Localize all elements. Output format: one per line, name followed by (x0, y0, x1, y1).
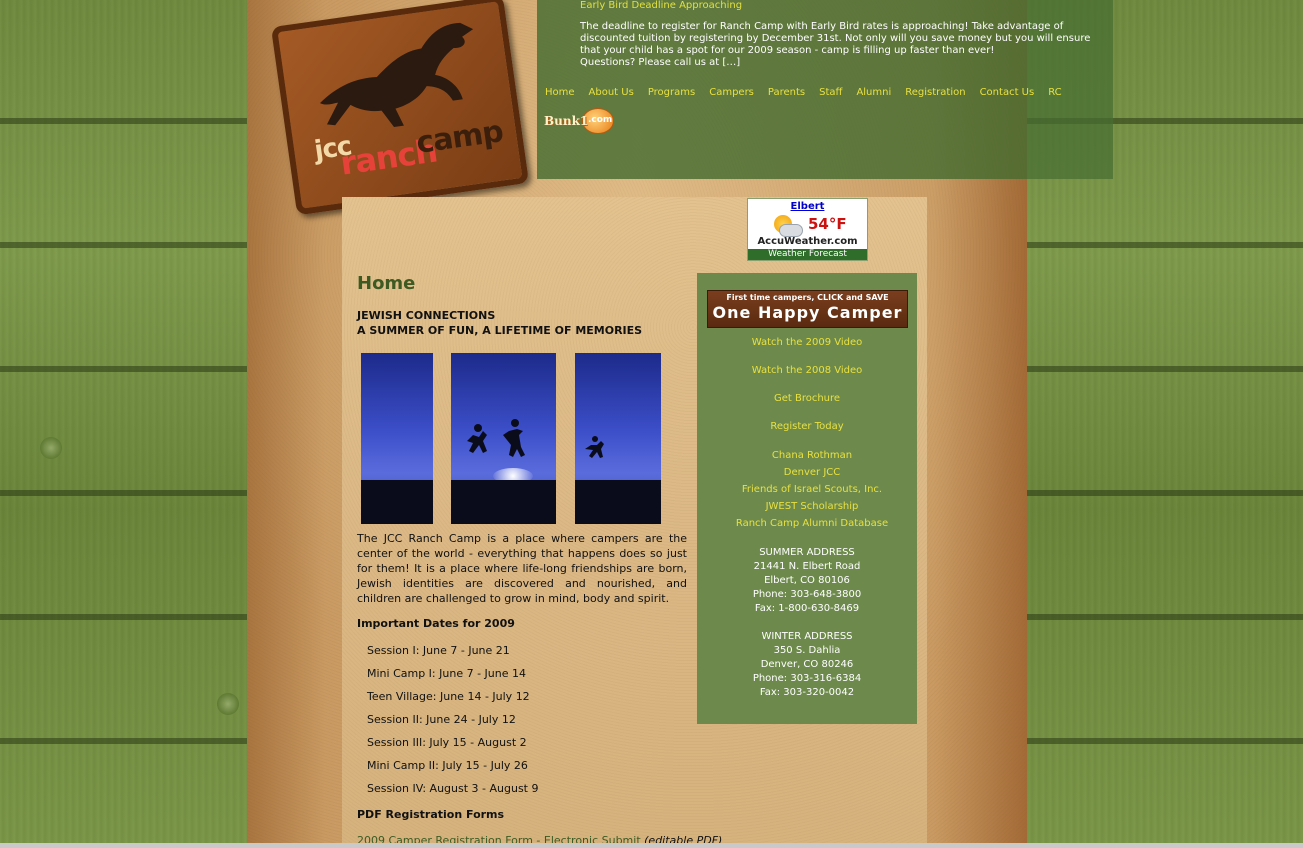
wood-knot (217, 693, 239, 715)
summer-phone: Phone: 303-648-3800 (752, 589, 862, 600)
nav-rc[interactable]: RC (1048, 87, 1061, 98)
nav-registration[interactable]: Registration (905, 87, 965, 98)
photo-ground (575, 480, 661, 524)
browser-status-bar (0, 843, 1303, 848)
wood-knot (40, 437, 62, 459)
winter-address: WINTER ADDRESS 350 S. Dahlia Denver, CO … (697, 630, 917, 700)
winter-phone: Phone: 303-316-6384 (752, 673, 862, 684)
partner-link[interactable]: Denver JCC (702, 467, 922, 478)
watch-2008-video-link[interactable]: Watch the 2008 Video (697, 365, 917, 376)
session-item: Mini Camp II: July 15 - July 26 (367, 759, 528, 772)
photo-ground (361, 480, 433, 524)
summer-street: 21441 N. Elbert Road (753, 561, 861, 572)
promo-line-2: One Happy Camper (712, 303, 903, 322)
nav-alumni[interactable]: Alumni (856, 87, 891, 98)
photo-3 (575, 353, 661, 524)
photo-1 (361, 353, 433, 524)
dates-heading: Important Dates for 2009 (357, 617, 515, 630)
tagline-1: JEWISH CONNECTIONS (357, 309, 496, 322)
tagline-2: A SUMMER OF FUN, A LIFETIME OF MEMORIES (357, 324, 643, 337)
session-item: Session IV: August 3 - August 9 (367, 782, 539, 795)
winter-street: 350 S. Dahlia (773, 645, 841, 656)
one-happy-camper-banner[interactable]: First time campers, CLICK and SAVE One H… (707, 290, 908, 328)
jumping-camper-icon (585, 436, 604, 458)
jumping-campers-icon (467, 419, 525, 457)
session-item: Mini Camp I: June 7 - June 14 (367, 667, 526, 680)
promo-line-1: First time campers, CLICK and SAVE (726, 293, 889, 302)
weather-temp: 54°F (808, 215, 847, 233)
weather-brand: AccuWeather.com (757, 236, 858, 247)
session-item: Session II: June 24 - July 12 (367, 713, 516, 726)
register-today-link[interactable]: Register Today (697, 421, 917, 432)
news-title[interactable]: Early Bird Deadline Approaching (580, 0, 742, 11)
intro-paragraph: The JCC Ranch Camp is a place where camp… (357, 532, 687, 605)
partner-link[interactable]: Ranch Camp Alumni Database (702, 518, 922, 529)
photo-2 (451, 353, 556, 524)
session-item: Session III: July 15 - August 2 (367, 736, 527, 749)
session-item: Teen Village: June 14 - July 12 (367, 690, 530, 703)
watch-2009-video-link[interactable]: Watch the 2009 Video (697, 337, 917, 348)
partner-link[interactable]: Chana Rothman (702, 450, 922, 461)
nav-campers[interactable]: Campers (709, 87, 754, 98)
winter-address-heading: WINTER ADDRESS (761, 631, 853, 642)
winter-city: Denver, CO 80246 (760, 659, 854, 670)
nav-contact-us[interactable]: Contact Us (980, 87, 1035, 98)
summer-address: SUMMER ADDRESS 21441 N. Elbert Road Elbe… (697, 546, 917, 616)
site-logo[interactable]: jcc ranch camp (270, 0, 530, 216)
partner-link[interactable]: JWEST Scholarship (702, 501, 922, 512)
bunk1-com-text: .com (588, 115, 613, 125)
nav-about-us[interactable]: About Us (589, 87, 634, 98)
session-item: Session I: June 7 - June 21 (367, 644, 510, 657)
main-nav: Home About Us Programs Campers Parents S… (545, 87, 1076, 98)
partner-link[interactable]: Friends of Israel Scouts, Inc. (702, 484, 922, 495)
nav-programs[interactable]: Programs (648, 87, 695, 98)
get-brochure-link[interactable]: Get Brochure (697, 393, 917, 404)
bunk1-text: Bunk1 (544, 114, 589, 128)
summer-city: Elbert, CO 80106 (764, 575, 850, 586)
nav-parents[interactable]: Parents (768, 87, 805, 98)
nav-home[interactable]: Home (545, 87, 575, 98)
nav-staff[interactable]: Staff (819, 87, 842, 98)
summer-address-heading: SUMMER ADDRESS (759, 547, 855, 558)
weather-label: Weather Forecast (748, 249, 867, 260)
weather-widget[interactable]: Elbert 54°F AccuWeather.com Weather Fore… (747, 198, 868, 261)
pdf-forms-heading: PDF Registration Forms (357, 808, 505, 821)
weather-city[interactable]: Elbert (748, 201, 867, 212)
page-title: Home (357, 273, 416, 294)
summer-fax: Fax: 1-800-630-8469 (754, 603, 860, 614)
bunk1-link[interactable]: Bunk1 .com (544, 108, 618, 134)
news-body: The deadline to register for Ranch Camp … (580, 21, 1091, 56)
photo-ground (451, 480, 556, 524)
news-more[interactable]: Questions? Please call us at […] (580, 57, 740, 68)
winter-fax: Fax: 303-320-0042 (759, 687, 855, 698)
